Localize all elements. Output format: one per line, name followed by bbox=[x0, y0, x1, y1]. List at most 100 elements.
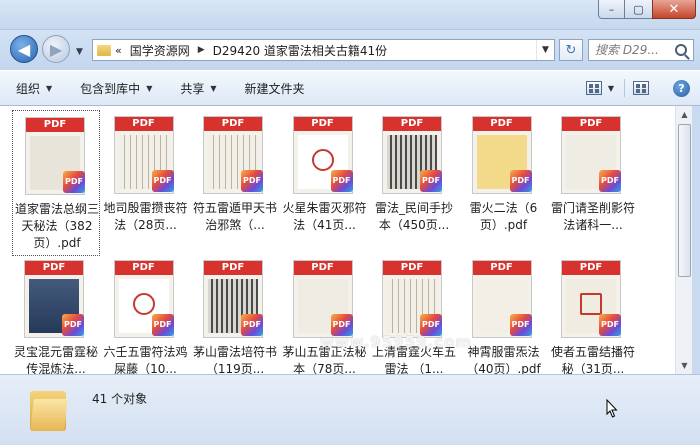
file-item[interactable]: PDF PDF 符五雷遁甲天书 治邪煞（... bbox=[191, 110, 279, 256]
window-controls: – ▢ ✕ bbox=[598, 0, 696, 19]
new-folder-button[interactable]: 新建文件夹 bbox=[245, 80, 305, 97]
organize-menu[interactable]: 组织 ▼ bbox=[16, 80, 52, 97]
pdf-file-icon: PDF bbox=[151, 170, 174, 192]
maximize-button[interactable]: ▢ bbox=[625, 0, 652, 19]
watermark-text: www.95959.com bbox=[320, 333, 473, 351]
file-name: 道家雷法总纲三天秘法（382页）.pdf bbox=[14, 202, 99, 250]
scroll-up-arrow[interactable]: ▲ bbox=[676, 106, 693, 123]
file-item[interactable]: PDF PDF 上清雷霆火车五雷法 （1... bbox=[370, 254, 458, 374]
pdf-band: PDF bbox=[114, 117, 173, 131]
pdf-band: PDF bbox=[26, 118, 84, 132]
pdf-band: PDF bbox=[204, 117, 262, 131]
pdf-file-icon: PDF bbox=[599, 170, 621, 192]
scroll-down-arrow[interactable]: ▼ bbox=[676, 357, 693, 374]
file-name: 使者五雷结播符秘（31页... bbox=[550, 345, 635, 374]
folder-icon bbox=[97, 44, 111, 56]
share-label: 共享 bbox=[180, 81, 205, 96]
pdf-file-icon: PDF bbox=[330, 170, 353, 192]
recent-pages-dropdown[interactable]: ▼ bbox=[76, 47, 83, 57]
pdf-band: PDF bbox=[25, 261, 83, 275]
file-item[interactable]: PDF PDF 雷门请圣削影符法诸科一... bbox=[549, 110, 637, 256]
pdf-band: PDF bbox=[293, 117, 352, 131]
navigation-bar: ◀ ▶ ▼ « 国学资源网 ▶ D29420 道家雷法相关古籍41份 ▼ ↻ bbox=[0, 30, 700, 70]
pdf-band: PDF bbox=[472, 117, 531, 131]
pdf-band: PDF bbox=[383, 117, 441, 131]
file-name: 六壬五雷符法鸡屎藤（10... bbox=[103, 345, 188, 374]
pdf-file-icon: PDF bbox=[509, 170, 532, 192]
breadcrumb-item-current[interactable]: D29420 道家雷法相关古籍41份 bbox=[213, 42, 388, 59]
change-view-icon[interactable] bbox=[585, 81, 602, 95]
file-name: 神霄服雷炁法（40页）.pdf bbox=[466, 345, 541, 374]
search-box[interactable] bbox=[588, 39, 694, 61]
pdf-file-icon: PDF bbox=[63, 171, 85, 193]
divider bbox=[624, 79, 625, 97]
pdf-file-icon: PDF bbox=[151, 314, 174, 336]
chevron-down-icon: ▼ bbox=[146, 83, 153, 93]
file-list-pane[interactable]: PDF PDF 道家雷法总纲三天秘法（382页）.pdf PDF PDF 地司殷雷攒丧符法… bbox=[0, 106, 675, 374]
pdf-band: PDF bbox=[472, 261, 531, 275]
search-input[interactable] bbox=[595, 43, 673, 57]
new-folder-label: 新建文件夹 bbox=[244, 81, 305, 96]
vertical-scrollbar[interactable]: ▲ ▼ bbox=[675, 106, 692, 374]
close-button[interactable]: ✕ bbox=[652, 0, 696, 19]
address-bar[interactable]: « 国学资源网 ▶ D29420 道家雷法相关古籍41份 ▼ bbox=[92, 39, 555, 61]
toolbar-right: ▼ ? bbox=[585, 79, 690, 97]
forward-button[interactable]: ▶ bbox=[42, 35, 70, 63]
pdf-band: PDF bbox=[114, 261, 173, 275]
pdf-band: PDF bbox=[383, 261, 441, 275]
file-item[interactable]: PDF PDF 使者五雷结播符秘（31页... bbox=[549, 254, 637, 374]
folder-icon bbox=[30, 387, 68, 431]
back-button[interactable]: ◀ bbox=[10, 35, 38, 63]
pdf-band: PDF bbox=[204, 261, 262, 275]
address-dropdown-button[interactable]: ▼ bbox=[536, 40, 554, 60]
file-item[interactable]: PDF PDF 火星朱雷灭邪符法（41页... bbox=[281, 110, 369, 256]
file-item[interactable]: PDF PDF 茅山五雷正法秘本（78页... bbox=[281, 254, 369, 374]
file-item[interactable]: PDF PDF 神霄服雷炁法（40页）.pdf bbox=[460, 254, 548, 374]
include-in-library-label: 包含到库中 bbox=[80, 81, 141, 96]
pdf-band: PDF bbox=[293, 261, 352, 275]
breadcrumb-overflow[interactable]: « bbox=[115, 44, 122, 57]
details-pane: 41 个对象 bbox=[0, 374, 700, 445]
file-item[interactable]: PDF PDF 地司殷雷攒丧符法（28页... bbox=[102, 110, 190, 256]
help-icon[interactable]: ? bbox=[673, 79, 690, 97]
pdf-file-icon: PDF bbox=[241, 314, 263, 336]
file-name: 雷火二法（6页）.pdf bbox=[469, 201, 538, 232]
chevron-down-icon: ▼ bbox=[210, 83, 217, 93]
pdf-file-icon: PDF bbox=[62, 314, 84, 336]
pdf-band: PDF bbox=[562, 117, 620, 131]
search-icon[interactable] bbox=[675, 44, 687, 56]
file-name: 火星朱雷灭邪符法（41页... bbox=[282, 201, 367, 232]
file-item[interactable]: PDF PDF 道家雷法总纲三天秘法（382页）.pdf bbox=[12, 110, 100, 256]
share-menu[interactable]: 共享 ▼ bbox=[180, 80, 216, 97]
file-item[interactable]: PDF PDF 雷法_民间手抄本（450页... bbox=[370, 110, 458, 256]
organize-label: 组织 bbox=[16, 81, 41, 96]
pdf-band: PDF bbox=[562, 261, 620, 275]
view-options-dropdown[interactable]: ▼ bbox=[608, 84, 614, 93]
file-name: 灵宝混元雷霆秘传混炼法... bbox=[13, 345, 98, 374]
file-item[interactable]: PDF PDF 茅山雷法培符书（119页... bbox=[191, 254, 279, 374]
file-item[interactable]: PDF PDF 六壬五雷符法鸡屎藤（10... bbox=[102, 254, 190, 374]
file-name: 雷法_民间手抄本（450页... bbox=[374, 201, 453, 232]
scroll-thumb[interactable] bbox=[678, 124, 691, 277]
minimize-button[interactable]: – bbox=[598, 0, 625, 19]
breadcrumb: « 国学资源网 ▶ D29420 道家雷法相关古籍41份 bbox=[115, 42, 536, 59]
file-item[interactable]: PDF PDF 雷火二法（6页）.pdf bbox=[460, 110, 548, 256]
breadcrumb-item-root[interactable]: 国学资源网 bbox=[130, 42, 190, 59]
pdf-file-icon: PDF bbox=[509, 314, 532, 336]
chevron-down-icon: ▼ bbox=[46, 83, 53, 93]
preview-pane-icon[interactable] bbox=[633, 81, 649, 95]
pdf-file-icon: PDF bbox=[420, 170, 442, 192]
include-in-library-menu[interactable]: 包含到库中 ▼ bbox=[80, 80, 152, 97]
refresh-button[interactable]: ↻ bbox=[559, 39, 583, 61]
item-count: 41 个对象 bbox=[92, 392, 148, 406]
title-bar: – ▢ ✕ bbox=[0, 0, 700, 30]
pdf-file-icon: PDF bbox=[599, 314, 621, 336]
pdf-file-icon: PDF bbox=[241, 170, 263, 192]
file-name: 符五雷遁甲天书 治邪煞（... bbox=[192, 201, 277, 232]
file-name: 茅山雷法培符书（119页... bbox=[192, 345, 277, 374]
breadcrumb-separator[interactable]: ▶ bbox=[198, 45, 205, 55]
file-name: 地司殷雷攒丧符法（28页... bbox=[103, 201, 188, 232]
file-name: 雷门请圣削影符法诸科一... bbox=[550, 201, 635, 232]
command-bar: 组织 ▼ 包含到库中 ▼ 共享 ▼ 新建文件夹 ▼ ? bbox=[0, 70, 700, 106]
file-item[interactable]: PDF PDF 灵宝混元雷霆秘传混炼法... bbox=[12, 254, 100, 374]
